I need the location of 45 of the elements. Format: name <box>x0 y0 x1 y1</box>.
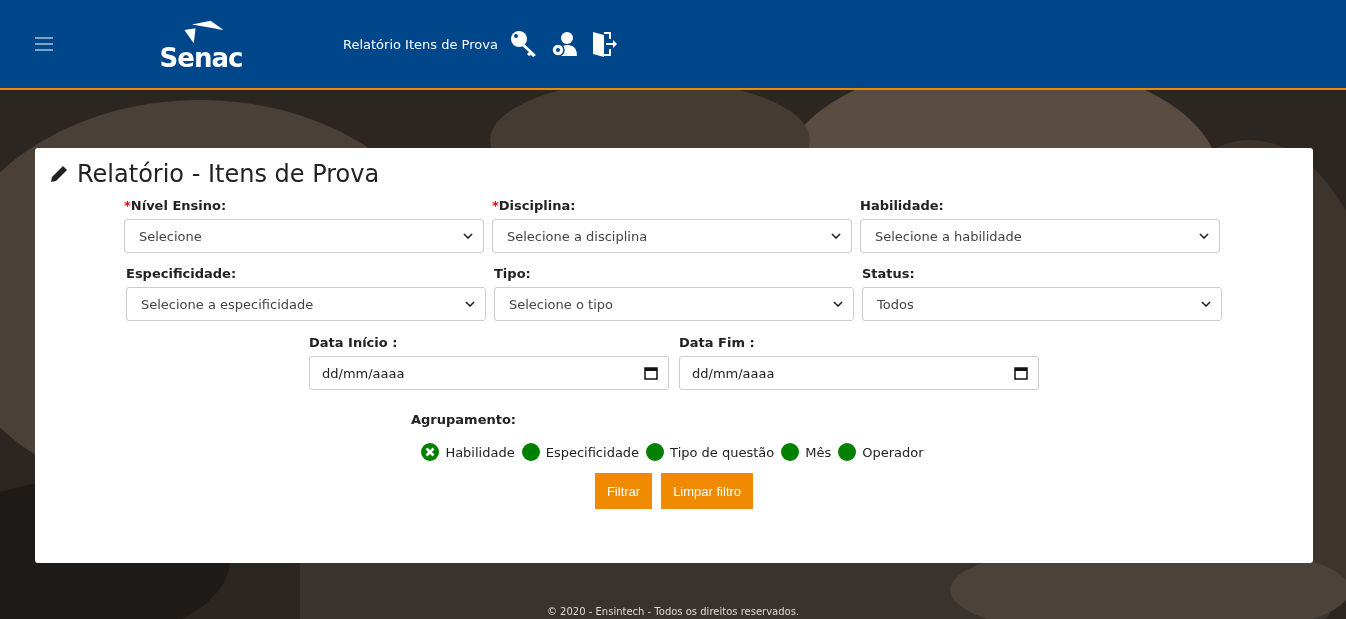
caret-icon <box>831 233 841 239</box>
field-label: Habilidade: <box>860 198 944 213</box>
caret-icon <box>1199 233 1209 239</box>
caret-icon <box>463 233 473 239</box>
field-label: Disciplina: <box>498 198 576 213</box>
field-label: Data Fim : <box>679 335 755 350</box>
card-title: Relatório - Itens de Prova <box>77 160 380 188</box>
option-label: Operador <box>862 444 924 460</box>
date-field[interactable]: dd/mm/aaaa <box>309 356 669 390</box>
toggle-button[interactable] <box>781 443 800 461</box>
required-mark: * <box>124 198 131 213</box>
pencil-icon <box>49 164 69 184</box>
calendar-icon <box>1014 366 1028 380</box>
select-field[interactable]: Todos <box>862 287 1222 321</box>
caret-icon <box>1201 301 1211 307</box>
field-label: Nível Ensino: <box>130 198 227 213</box>
menu-icon[interactable] <box>35 37 53 51</box>
select-field[interactable]: Selecione o tipo <box>494 287 854 321</box>
toggle-button[interactable] <box>421 443 440 461</box>
toggle-button[interactable] <box>838 443 857 461</box>
toggle-button[interactable] <box>521 443 540 461</box>
select-field[interactable]: Selecione a disciplina <box>492 219 852 253</box>
option-label: Mês <box>805 444 832 460</box>
select-field[interactable]: Selecione <box>124 219 484 253</box>
option-label: Tipo de questão <box>670 444 775 460</box>
date-field[interactable]: dd/mm/aaaa <box>679 356 1039 390</box>
select-field[interactable]: Selecione a especificidade <box>126 287 486 321</box>
select-field[interactable]: Selecione a habilidade <box>860 219 1220 253</box>
caret-icon <box>833 301 843 307</box>
grouping-label: Agrupamento: <box>411 412 517 427</box>
option-label: Especificidade <box>545 444 640 460</box>
option-label: Habilidade <box>445 444 515 460</box>
calendar-icon <box>644 366 658 380</box>
page-title: Relatório Itens de Prova <box>343 36 498 52</box>
caret-icon <box>465 301 475 307</box>
field-label: Data Início : <box>309 335 398 350</box>
user-gear-icon[interactable] <box>549 30 578 58</box>
field-label: Especificidade: <box>126 266 237 281</box>
logo-text: Senac <box>159 45 243 71</box>
toggle-button[interactable] <box>646 443 665 461</box>
footer-text: © 2020 - Ensintech - Todos os direitos reservados. <box>545 606 801 617</box>
key-icon[interactable] <box>509 30 538 58</box>
field-label: Status: <box>862 266 915 281</box>
field-label: Tipo: <box>494 266 531 281</box>
required-mark: * <box>492 198 499 213</box>
